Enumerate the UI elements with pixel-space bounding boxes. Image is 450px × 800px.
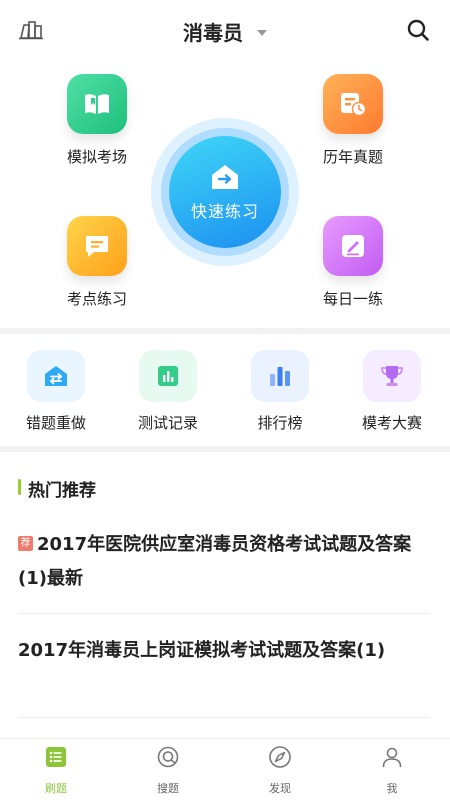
compass-icon xyxy=(269,746,291,768)
app-header: 消毒员 xyxy=(0,0,450,60)
tab-label: 搜题 xyxy=(157,782,179,795)
quick-practice-button[interactable]: 快速练习 xyxy=(169,136,281,248)
house-arrow-icon xyxy=(212,165,238,189)
tools-row: 错题重做 测试记录 排行榜 模考大赛 xyxy=(0,334,450,446)
tool-label: 错题重做 xyxy=(25,414,86,432)
bottom-tab-bar: 刷题 搜题 发现 我 xyxy=(0,738,450,800)
tab-label: 我 xyxy=(386,782,398,795)
tab-me[interactable]: 我 xyxy=(336,745,448,796)
tab-practice[interactable]: 刷题 xyxy=(0,745,112,796)
message-icon xyxy=(67,216,127,276)
search-icon[interactable] xyxy=(406,18,430,42)
swap-house-icon xyxy=(45,366,67,386)
hot-recommendations: 热门推荐 荐 2017年医院供应室消毒员资格考试试题及答案(1)最新 2017年消… xyxy=(0,452,450,738)
keypoint-practice-label: 考点练习 xyxy=(66,290,127,308)
tab-discover[interactable]: 发现 xyxy=(224,745,336,796)
bar-chart-icon xyxy=(270,367,290,386)
article-title: 2017年医院供应室消毒员资格考试试题及答案(1)最新 xyxy=(18,534,412,589)
article-item[interactable]: 荐 2017年医院供应室消毒员资格考试试题及答案(1)最新 xyxy=(18,528,430,596)
daily-practice-label: 每日一练 xyxy=(322,290,383,308)
trophy-icon xyxy=(381,366,403,386)
tab-label: 刷题 xyxy=(45,782,67,795)
quick-practice-halo: 快速练习 xyxy=(151,118,299,266)
quick-practice-label: 快速练习 xyxy=(190,202,259,221)
ranking-button[interactable]: 排行榜 xyxy=(224,350,336,433)
divider xyxy=(18,613,430,614)
daily-practice-button[interactable]: 每日一练 xyxy=(303,216,403,309)
report-icon xyxy=(158,366,178,386)
section-title: 热门推荐 xyxy=(18,476,96,501)
tab-label: 发现 xyxy=(269,782,291,795)
test-records-button[interactable]: 测试记录 xyxy=(112,350,224,433)
tool-label: 排行榜 xyxy=(257,414,303,432)
mock-exam-label: 模拟考场 xyxy=(66,148,127,166)
article-title: 2017年消毒员上岗证模拟考试试题及答案(1) xyxy=(18,640,386,661)
practice-modes-panel: 模拟考场 历年真题 快速练习 考点练习 每日一练 xyxy=(0,60,450,328)
article-item[interactable]: 2017年消毒员上岗证模拟考试试题及答案(1) xyxy=(18,634,430,668)
wrong-questions-button[interactable]: 错题重做 xyxy=(0,350,112,433)
tool-label: 模考大赛 xyxy=(361,414,422,432)
book-icon xyxy=(67,74,127,134)
tab-search[interactable]: 搜题 xyxy=(112,745,224,796)
mock-exam-button[interactable]: 模拟考场 xyxy=(47,74,147,167)
mock-contest-button[interactable]: 模考大赛 xyxy=(336,350,448,433)
recommend-badge: 荐 xyxy=(18,535,33,551)
divider xyxy=(18,717,430,718)
subject-title: 消毒员 xyxy=(183,21,243,45)
keypoint-practice-button[interactable]: 考点练习 xyxy=(47,216,147,309)
calendar-clock-icon xyxy=(323,74,383,134)
tool-label: 测试记录 xyxy=(137,414,198,432)
search-question-icon xyxy=(157,746,179,768)
user-icon xyxy=(382,747,402,768)
caret-down-icon xyxy=(257,29,267,36)
subject-selector[interactable]: 消毒员 xyxy=(0,17,450,46)
edit-icon xyxy=(323,216,383,276)
past-exams-button[interactable]: 历年真题 xyxy=(303,74,403,167)
past-exams-label: 历年真题 xyxy=(322,148,383,166)
list-icon xyxy=(46,747,66,767)
